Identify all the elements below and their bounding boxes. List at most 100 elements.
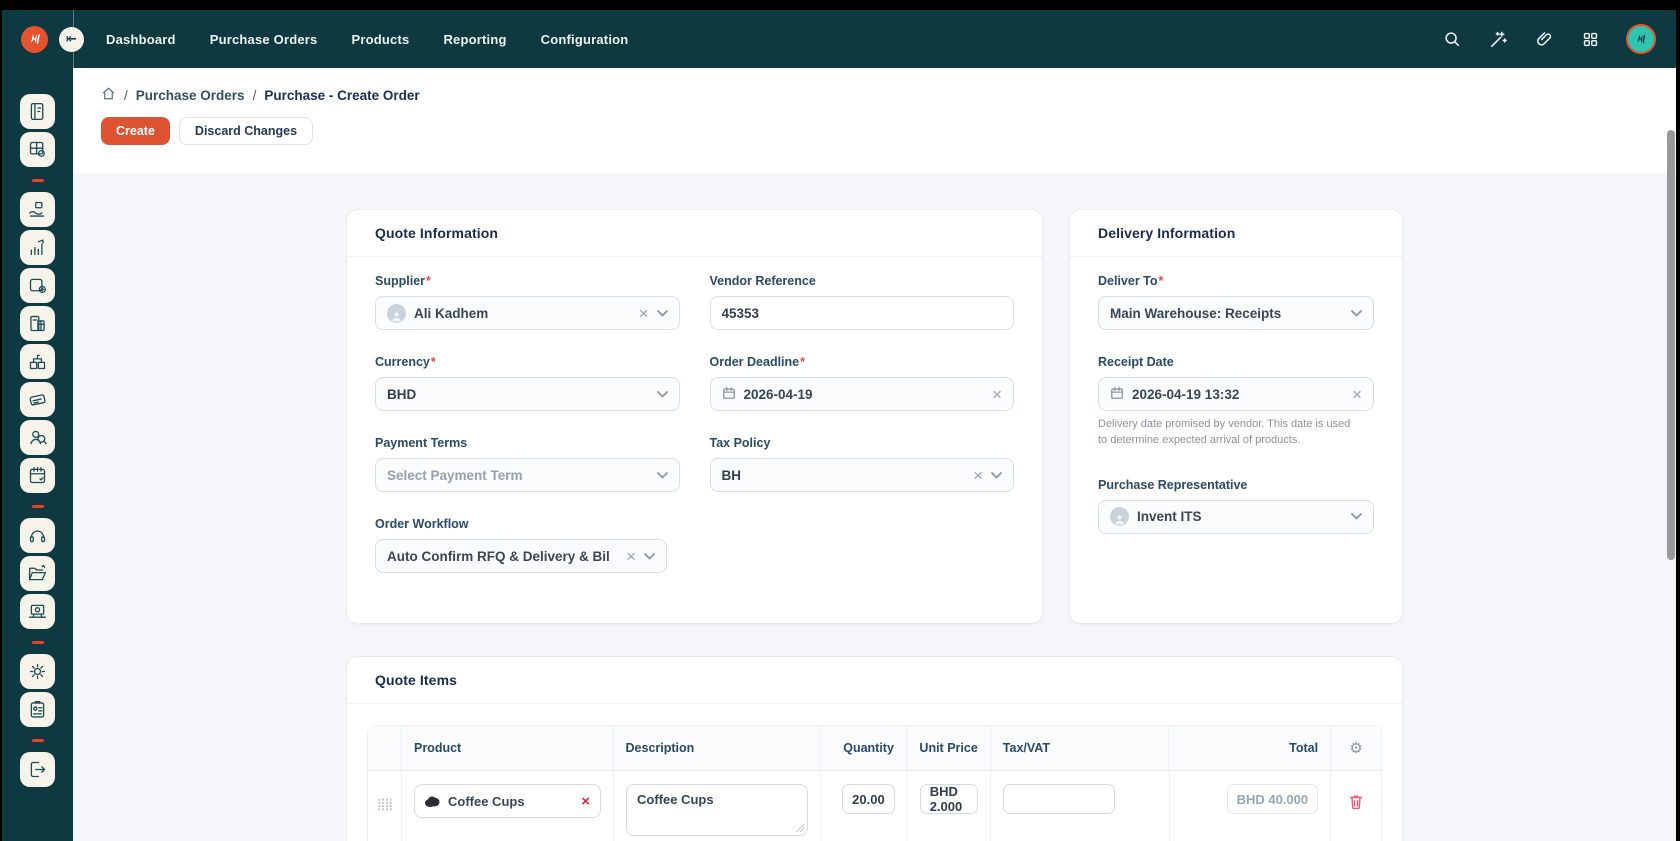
clear-icon[interactable]: × [992, 386, 1002, 403]
clipboard-person-icon[interactable] [20, 692, 55, 727]
clear-icon[interactable]: × [973, 467, 983, 484]
chevron-down-icon[interactable] [657, 391, 668, 398]
vertical-scrollbar[interactable] [1667, 126, 1676, 841]
order-workflow-select[interactable]: Auto Confirm RFQ & Delivery & Bill × [375, 539, 667, 573]
sidebar-separator [32, 179, 44, 182]
currency-field: Currency* BHD [375, 355, 680, 411]
menu-configuration[interactable]: Configuration [541, 32, 629, 47]
laptop-icon[interactable] [20, 594, 55, 629]
product-select[interactable]: Coffee Cups × [414, 784, 601, 818]
chevron-down-icon[interactable] [1351, 513, 1362, 520]
menu-products[interactable]: Products [351, 32, 409, 47]
chevron-down-icon[interactable] [644, 553, 655, 560]
payment-terms-label: Payment Terms [375, 436, 680, 450]
calculator-icon[interactable] [20, 132, 55, 167]
calendar-icon [1110, 386, 1124, 403]
user-avatar[interactable] [1626, 24, 1656, 54]
payment-terms-field: Payment Terms Select Payment Term [375, 436, 680, 492]
scrollbar-thumb[interactable] [1667, 130, 1675, 560]
left-sidebar [2, 68, 73, 841]
row-drag-handle[interactable]: ⣿⣿ [368, 771, 402, 841]
product-thumbnail [425, 796, 440, 807]
menu-purchase-orders[interactable]: Purchase Orders [210, 32, 318, 47]
tax-column-header: Tax/VAT [991, 726, 1170, 770]
tax-policy-label: Tax Policy [710, 436, 1015, 450]
resize-handle[interactable] [796, 824, 804, 832]
magic-wand-icon[interactable] [1488, 29, 1508, 49]
breadcrumb-purchase-orders[interactable]: Purchase Orders [136, 88, 245, 103]
page-title: Purchase - Create Order [264, 88, 419, 103]
sidebar-collapse-button[interactable]: ⇤ [59, 27, 84, 52]
columns-settings-button[interactable]: ⚙ [1331, 726, 1381, 770]
quote-items-title: Quote Items [375, 672, 457, 688]
search-icon[interactable] [1442, 29, 1462, 49]
tax-input[interactable] [1003, 784, 1115, 814]
supplier-value: Ali Kadhem [414, 306, 488, 321]
breadcrumb-separator: / [253, 88, 257, 103]
receipt-date-input[interactable]: 2026-04-19 13:32 × [1098, 377, 1374, 411]
action-buttons: Create Discard Changes [101, 117, 1676, 145]
currency-label: Currency* [375, 355, 680, 369]
clipboard-calculator-icon[interactable] [20, 306, 55, 341]
description-textarea[interactable]: Coffee Cups [626, 784, 808, 836]
person-search-icon[interactable] [20, 420, 55, 455]
table-row: ⣿⣿ Coffee Cups × Coffee Cups [368, 771, 1381, 841]
description-column-header: Description [614, 726, 821, 770]
calendar-check-icon[interactable] [20, 458, 55, 493]
hand-box-icon[interactable] [20, 192, 55, 227]
gear-icon[interactable] [20, 654, 55, 689]
chart-growth-icon[interactable] [20, 230, 55, 265]
supplier-label: Supplier* [375, 274, 680, 288]
menu-reporting[interactable]: Reporting [443, 32, 506, 47]
quote-information-card: Quote Information Supplier* Ali Kadhem × [346, 209, 1043, 624]
unit-price-input[interactable]: BHD 2.000 [920, 784, 979, 814]
order-deadline-field: Order Deadline* 2026-04-19 × [710, 355, 1015, 411]
apps-grid-icon[interactable] [1580, 29, 1600, 49]
chevron-down-icon[interactable] [657, 472, 668, 479]
chevron-down-icon[interactable] [657, 310, 668, 317]
menu-dashboard[interactable]: Dashboard [106, 32, 176, 47]
breadcrumb: / Purchase Orders / Purchase - Create Or… [101, 86, 1676, 104]
total-column-header: Total [1169, 726, 1331, 770]
remove-product-icon[interactable]: × [581, 794, 590, 809]
table-header-row: Product Description Quantity Unit Price … [368, 726, 1381, 771]
payment-terms-select[interactable]: Select Payment Term [375, 458, 680, 492]
boxes-icon[interactable] [20, 344, 55, 379]
quantity-input[interactable]: 20.00 [842, 784, 895, 814]
clear-icon[interactable]: × [626, 548, 636, 565]
order-workflow-label: Order Workflow [375, 517, 1014, 531]
card-terminal-icon[interactable] [20, 382, 55, 417]
chevron-down-icon[interactable] [991, 472, 1002, 479]
delivery-information-title: Delivery Information [1098, 225, 1235, 241]
app-logo[interactable] [21, 26, 48, 53]
logout-icon[interactable] [20, 752, 55, 787]
deliver-to-select[interactable]: Main Warehouse: Receipts [1098, 296, 1374, 330]
drag-handle-icon: ⣿⣿ [377, 797, 393, 811]
tax-policy-select[interactable]: BH × [710, 458, 1015, 492]
deliver-to-field: Deliver To* Main Warehouse: Receipts [1098, 274, 1374, 330]
notebook-icon[interactable] [20, 94, 55, 129]
scale-plus-icon[interactable] [20, 268, 55, 303]
tax-policy-field: Tax Policy BH × [710, 436, 1015, 492]
create-button[interactable]: Create [101, 117, 170, 145]
order-deadline-input[interactable]: 2026-04-19 × [710, 377, 1015, 411]
chevron-down-icon[interactable] [1351, 310, 1362, 317]
clear-icon[interactable]: × [1352, 386, 1362, 403]
currency-select[interactable]: BHD [375, 377, 680, 411]
vendor-reference-input[interactable]: 45353 [710, 296, 1015, 330]
supplier-select[interactable]: Ali Kadhem × [375, 296, 680, 330]
calendar-icon [722, 386, 736, 403]
top-navbar: ⇤ Dashboard Purchase Orders Products Rep… [2, 10, 1676, 68]
headset-icon[interactable] [20, 518, 55, 553]
purchase-representative-select[interactable]: Invent ITS [1098, 500, 1374, 534]
paperclip-icon[interactable] [1534, 29, 1554, 49]
collapse-icon: ⇤ [66, 31, 77, 47]
clear-icon[interactable]: × [639, 305, 649, 322]
purchase-representative-field: Purchase Representative Invent ITS [1098, 478, 1374, 534]
receipt-date-label: Receipt Date [1098, 355, 1374, 369]
delete-row-button[interactable] [1348, 793, 1364, 815]
discard-changes-button[interactable]: Discard Changes [179, 117, 313, 145]
home-icon[interactable] [101, 86, 116, 104]
folder-doc-icon[interactable] [20, 556, 55, 591]
sidebar-separator [32, 739, 44, 742]
